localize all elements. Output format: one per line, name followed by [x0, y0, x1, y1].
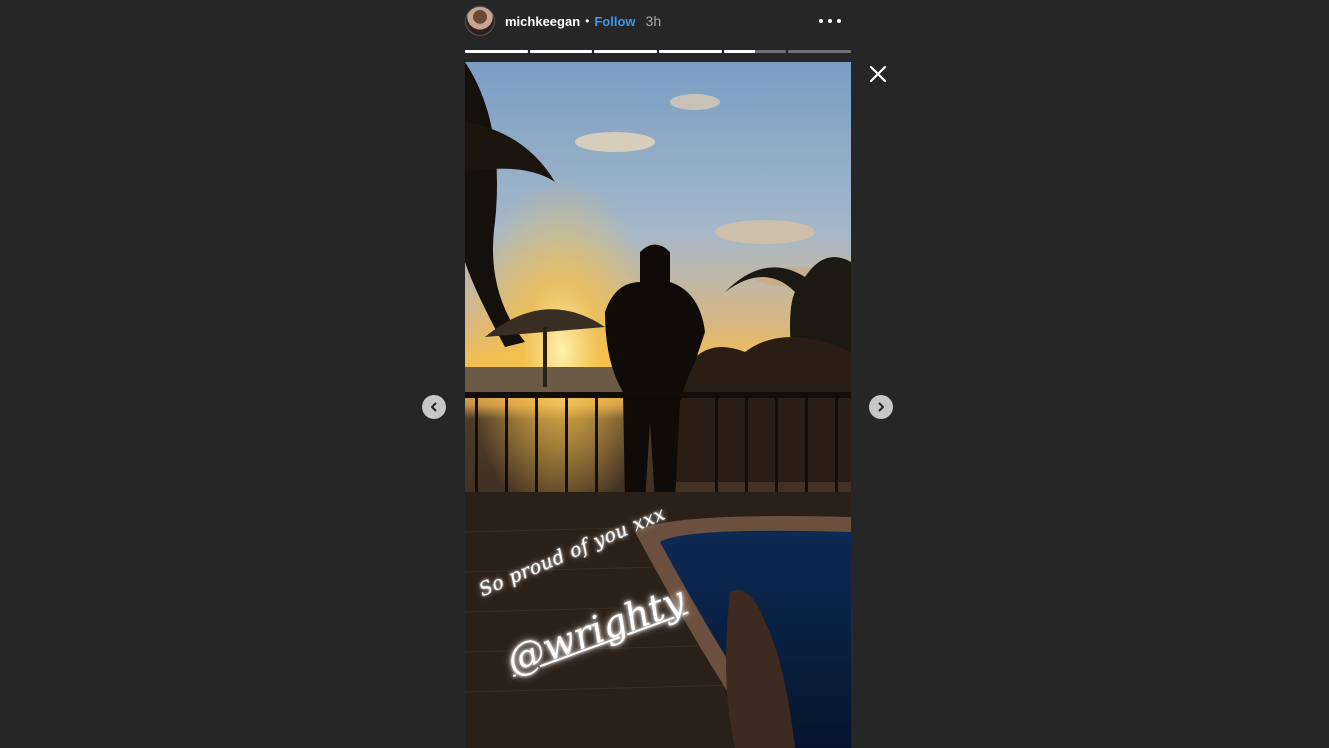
progress-segment [723, 50, 787, 53]
progress-segment [529, 50, 593, 53]
timestamp: 3h [645, 13, 662, 29]
progress-segment [788, 50, 852, 53]
progress-segment [465, 50, 528, 53]
progress-segment [659, 50, 722, 53]
avatar[interactable] [465, 6, 495, 36]
story-header: michkeegan • Follow 3h [465, 4, 851, 38]
progress-segment [594, 50, 658, 53]
close-icon[interactable] [866, 62, 890, 86]
story-viewer: michkeegan • Follow 3h So proud of you x… [0, 0, 1329, 748]
story-progress-bar [465, 50, 852, 53]
follow-button[interactable]: Follow [594, 14, 635, 29]
separator-dot: • [585, 14, 590, 28]
more-options-icon[interactable] [819, 12, 841, 30]
next-story-button[interactable] [869, 395, 893, 419]
previous-story-button[interactable] [422, 395, 446, 419]
chevron-left-icon [431, 402, 437, 412]
username[interactable]: michkeegan [505, 14, 580, 29]
chevron-right-icon [878, 402, 884, 412]
